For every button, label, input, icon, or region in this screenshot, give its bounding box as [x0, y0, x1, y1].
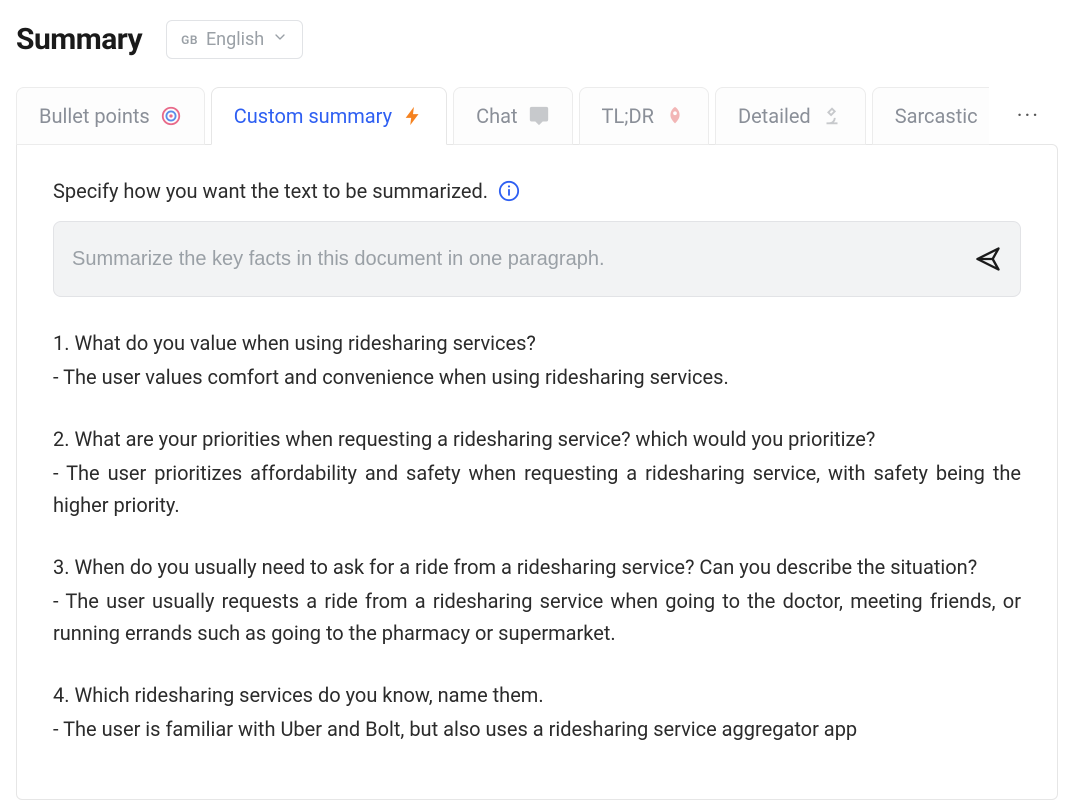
tab-custom-summary[interactable]: Custom summary	[211, 87, 447, 145]
header-bar: Summary GB English	[0, 0, 1074, 87]
summary-item: 1. What do you value when using rideshar…	[53, 327, 1021, 393]
summary-item: 2. What are your priorities when request…	[53, 423, 1021, 521]
summary-answer: - The user is familiar with Uber and Bol…	[53, 713, 1021, 745]
info-icon[interactable]	[498, 180, 520, 202]
tab-bullet-points[interactable]: Bullet points	[16, 87, 205, 145]
tab-label: Custom summary	[234, 104, 392, 128]
summary-answer: - The user usually requests a ride from …	[53, 585, 1021, 649]
summary-question: 1. What do you value when using rideshar…	[53, 327, 1021, 359]
summary-answer: - The user values comfort and convenienc…	[53, 361, 1021, 393]
chat-icon	[528, 105, 550, 127]
summary-question: 3. When do you usually need to ask for a…	[53, 551, 1021, 583]
send-button[interactable]	[974, 245, 1002, 273]
tabs-bar: Bullet points Custom summary Chat TL;DR …	[0, 87, 1074, 145]
page-title: Summary	[16, 22, 142, 57]
summary-answer: - The user prioritizes affordability and…	[53, 457, 1021, 521]
summary-question: 4. Which ridesharing services do you kno…	[53, 679, 1021, 711]
bolt-icon	[402, 105, 424, 127]
custom-prompt-input[interactable]	[72, 248, 958, 271]
instruction-text: Specify how you want the text to be summ…	[53, 179, 488, 203]
language-prefix: GB	[181, 33, 198, 47]
rocket-icon	[664, 105, 686, 127]
summary-content: 1. What do you value when using rideshar…	[53, 327, 1021, 745]
summary-question: 2. What are your priorities when request…	[53, 423, 1021, 455]
tab-chat[interactable]: Chat	[453, 87, 572, 145]
instruction-row: Specify how you want the text to be summ…	[53, 179, 1021, 203]
target-icon	[160, 105, 182, 127]
custom-prompt-bar	[53, 221, 1021, 297]
language-select[interactable]: GB English	[166, 20, 303, 59]
tab-panel: Specify how you want the text to be summ…	[16, 144, 1058, 800]
tab-label: Chat	[476, 104, 517, 128]
microscope-icon	[821, 105, 843, 127]
tab-label: Detailed	[738, 104, 811, 128]
summary-item: 4. Which ridesharing services do you kno…	[53, 679, 1021, 745]
tab-detailed[interactable]: Detailed	[715, 87, 866, 145]
tab-tldr[interactable]: TL;DR	[579, 87, 709, 145]
tab-label: Bullet points	[39, 104, 150, 128]
summary-item: 3. When do you usually need to ask for a…	[53, 551, 1021, 649]
tab-label: TL;DR	[602, 104, 654, 128]
tab-label: Sarcastic	[895, 104, 978, 128]
language-label: English	[206, 29, 264, 50]
chevron-down-icon	[272, 29, 288, 50]
more-tabs-button[interactable]: ···	[1003, 98, 1054, 135]
tab-sarcastic[interactable]: Sarcastic	[872, 87, 989, 145]
